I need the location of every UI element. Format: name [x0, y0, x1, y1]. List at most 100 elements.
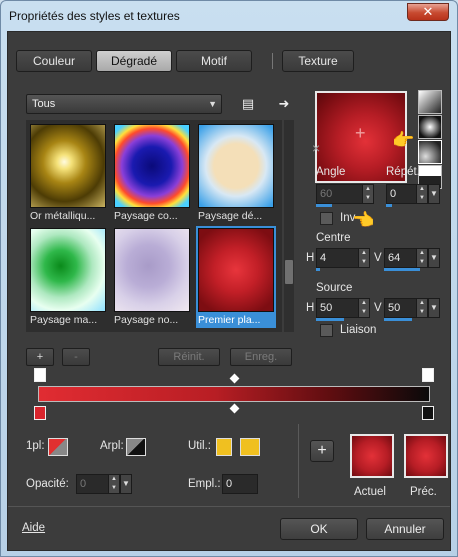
angle-field[interactable]: 60 ▲ ▼	[316, 184, 374, 204]
style-radial-button[interactable]	[418, 140, 442, 164]
link-checkbox[interactable]	[320, 324, 333, 337]
pointing-hand-icon: 👉	[392, 130, 415, 150]
list-view-icon[interactable]: ▤	[240, 96, 256, 112]
gradient-editor-bar[interactable]	[38, 386, 430, 402]
source-h-field[interactable]: 50 ▲ ▼	[316, 298, 370, 318]
save-button[interactable]: Enreg.	[230, 348, 292, 366]
source-marker-icon: ×	[312, 140, 321, 156]
invert-checkbox[interactable]	[320, 212, 333, 225]
tab-degrade[interactable]: Dégradé	[96, 50, 172, 72]
dialog-body: Couleur Dégradé Motif Texture Tous ▼ ▤ ➜…	[7, 31, 451, 551]
opacity-field[interactable]: 0 ▲ ▼ ▼	[76, 474, 132, 494]
opacity-spinner[interactable]: ▲ ▼	[108, 474, 120, 494]
center-v-field[interactable]: 64 ▲ ▼ ▼	[384, 248, 440, 268]
location-label: Empl.:	[188, 478, 221, 490]
center-h-spinner[interactable]: ▲ ▼	[358, 248, 370, 268]
scrollbar-thumb[interactable]	[285, 260, 293, 284]
gradient-item[interactable]: Paysage dé...	[196, 122, 276, 224]
add-swatch-button[interactable]: +	[310, 440, 334, 462]
gradient-item[interactable]: Paysage co...	[112, 122, 192, 224]
repeat-spinner[interactable]: ▲ ▼	[416, 184, 428, 204]
category-dropdown[interactable]: Tous ▼	[26, 94, 222, 114]
center-h-field[interactable]: 4 ▲ ▼	[316, 248, 370, 268]
location-value: 0	[226, 478, 233, 490]
center-h-label: H	[306, 252, 315, 264]
previous-swatch[interactable]	[404, 434, 448, 478]
chevron-down-icon: ▼	[208, 99, 217, 109]
reset-button[interactable]: Réinit.	[158, 348, 220, 366]
arrow-right-icon[interactable]: ➜	[276, 96, 292, 112]
source-v-spinner[interactable]: ▲ ▼	[416, 298, 428, 318]
gradient-swatch	[30, 228, 106, 312]
ok-button[interactable]: OK	[280, 518, 358, 540]
angle-spinner[interactable]: ▲ ▼	[362, 184, 374, 204]
style-rectangular-button[interactable]	[418, 115, 442, 139]
help-link[interactable]: Aide	[22, 522, 45, 534]
current-swatch[interactable]	[350, 434, 394, 478]
repeat-field[interactable]: 0 ▲ ▼ ▼	[386, 184, 440, 204]
gradient-swatch	[198, 228, 274, 312]
tab-motif[interactable]: Motif	[176, 50, 252, 72]
gradient-swatch	[30, 124, 106, 208]
remove-button[interactable]: -	[62, 348, 90, 366]
gradient-caption: Or métalliqu...	[30, 210, 96, 222]
center-h-slider[interactable]	[316, 268, 320, 271]
user-color-swatch[interactable]	[240, 438, 260, 456]
source-h-slider[interactable]	[316, 318, 344, 321]
color-stop-left[interactable]	[34, 406, 46, 420]
color-stop-right[interactable]	[422, 406, 434, 420]
source-h-spinner[interactable]: ▲ ▼	[358, 298, 370, 318]
gradient-list: Or métalliqu... Paysage co... Paysage dé…	[26, 120, 282, 332]
opacity-dropdown-icon[interactable]: ▼	[120, 474, 132, 494]
center-v-value: 64	[388, 252, 401, 264]
gradient-caption: Paysage ma...	[30, 314, 98, 326]
title-bar: Propriétés des styles et textures ✕	[1, 1, 457, 31]
source-label: Source	[316, 282, 353, 294]
add-button[interactable]: +	[26, 348, 54, 366]
source-v-slider[interactable]	[384, 318, 412, 321]
opacity-stop-left[interactable]	[34, 368, 46, 382]
background-color[interactable]	[126, 438, 146, 456]
gradient-caption: Paysage co...	[114, 210, 178, 222]
tab-separator	[272, 53, 273, 69]
gradient-swatch	[114, 124, 190, 208]
gradient-item-selected[interactable]: Premier pla...	[196, 226, 276, 328]
tab-texture[interactable]: Texture	[282, 50, 354, 72]
gradient-swatch	[114, 228, 190, 312]
source-v-dropdown-icon[interactable]: ▼	[428, 298, 440, 318]
angle-label: Angle	[316, 166, 346, 178]
center-v-dropdown-icon[interactable]: ▼	[428, 248, 440, 268]
close-button[interactable]: ✕	[407, 3, 449, 21]
center-v-spinner[interactable]: ▲ ▼	[416, 248, 428, 268]
repeat-slider[interactable]	[386, 204, 392, 207]
gradient-item[interactable]: Paysage no...	[112, 226, 192, 328]
opacity-midpoint[interactable]	[229, 373, 240, 384]
source-h-label: H	[306, 302, 315, 314]
gradient-item[interactable]: Or métalliqu...	[28, 122, 108, 224]
source-h-value: 50	[320, 302, 333, 314]
window-title: Propriétés des styles et textures	[9, 9, 180, 23]
cancel-button[interactable]: Annuler	[366, 518, 444, 540]
angle-slider[interactable]	[316, 204, 332, 207]
vertical-divider	[298, 424, 299, 498]
opacity-stop-right[interactable]	[422, 368, 434, 382]
repeat-dropdown-icon[interactable]: ▼	[428, 184, 440, 204]
gradient-caption: Paysage no...	[114, 314, 179, 326]
user-color[interactable]	[216, 438, 232, 456]
horizontal-divider	[8, 506, 450, 507]
location-field[interactable]: 0	[222, 474, 258, 494]
center-h-value: 4	[320, 252, 327, 264]
gradient-list-scrollbar[interactable]	[284, 120, 294, 332]
gradient-swatch	[198, 124, 274, 208]
source-v-field[interactable]: 50 ▲ ▼ ▼	[384, 298, 440, 318]
user-label: Util.:	[188, 440, 211, 452]
gradient-item[interactable]: Paysage ma...	[28, 226, 108, 328]
style-linear-button[interactable]	[418, 90, 442, 114]
tab-couleur[interactable]: Couleur	[16, 50, 92, 72]
current-label: Actuel	[354, 486, 386, 498]
first-plane-color[interactable]	[48, 438, 68, 456]
angle-value: 60	[320, 188, 333, 200]
center-label: Centre	[316, 232, 351, 244]
color-midpoint[interactable]	[229, 403, 240, 414]
center-v-slider[interactable]	[384, 268, 420, 271]
